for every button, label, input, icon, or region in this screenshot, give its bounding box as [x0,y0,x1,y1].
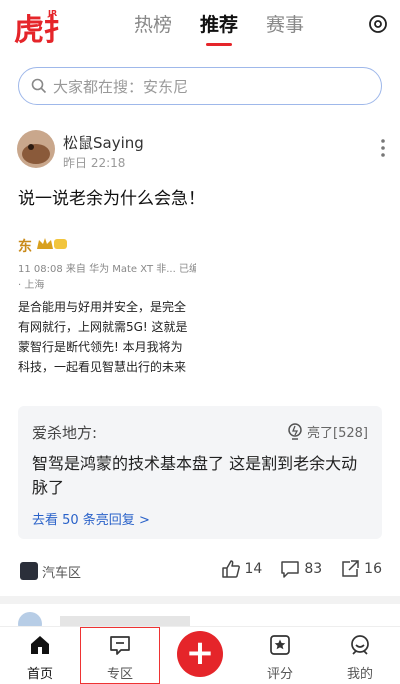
share-count: 16 [364,561,382,577]
post-time: 昨日 22:18 [63,156,126,170]
top-bar: 虎扑 JR 热榜 推荐 赛事 [0,0,400,56]
car-zone-icon [20,562,38,580]
nav-profile[interactable]: 我的 [320,627,400,684]
share-button[interactable]: 16 [340,559,382,579]
nav-zone-label: 专区 [106,667,133,682]
image-text-line: 是合能用与好用并安全，是完全 [18,300,187,314]
nav-rating-label: 评分 [266,667,293,682]
post-title[interactable]: 说一说老余为什么会急！ [18,184,205,209]
light-count[interactable]: 亮了[528] [287,422,368,441]
comment-count: 83 [304,561,323,577]
comment-button[interactable]: 83 [280,559,322,579]
tab-events[interactable]: 赛事 [252,10,318,46]
home-icon [31,636,49,654]
scan-icon[interactable] [368,14,388,34]
nav-home[interactable]: 首页 [0,627,80,684]
light-label: 亮了[528] [307,426,368,441]
nav-rating[interactable]: 评分 [240,627,320,684]
avatar[interactable] [17,130,55,168]
feed-divider [0,596,400,604]
reply-text: 智驾是鸿蒙的技术基本盘了 这是割到老余大动脉了 [32,454,358,497]
image-text-line: 东 [18,239,32,255]
zone-tag-label: 汽车区 [42,565,82,581]
image-text-line: 有网就行，上网就需5G! 这就是 [18,320,188,334]
post-username[interactable]: 松鼠Saying [63,132,144,153]
hot-reply[interactable]: 爱杀地方: 亮了[528] 智驾是鸿蒙的技术基本盘了 这是割到老余大动脉了 去看… [18,406,382,539]
like-button[interactable]: 14 [221,559,263,579]
vip-badge-icon [37,238,67,249]
share-icon [342,560,359,577]
like-count: 14 [244,561,263,577]
tab-hot[interactable]: 热榜 [120,10,186,46]
tab-recommend[interactable]: 推荐 [186,10,252,46]
post-actions: 14 83 16 [221,559,382,579]
nav-profile-label: 我的 [346,667,373,682]
comment-icon [281,561,300,578]
zone-tag[interactable]: 汽车区 [20,559,81,583]
search-bar[interactable]: 大家都在搜：安东尼 [18,67,382,105]
search-icon [31,78,47,94]
more-replies-link[interactable]: 去看 50 条亮回复 > [32,509,150,528]
more-options-icon[interactable] [380,138,386,158]
rating-icon [270,635,290,655]
image-text-line: · 上海 [18,280,45,291]
zone-icon [110,636,130,655]
reply-author[interactable]: 爱杀地方: [32,422,97,443]
image-text-line: 蒙智行是断代领先! 本月我将为 [18,340,183,354]
plus-icon: + [177,631,223,677]
feed-tabs: 热榜 推荐 赛事 [120,10,318,46]
lightbulb-icon [288,422,302,440]
hupu-logo[interactable]: 虎扑 JR [14,6,60,46]
nav-post[interactable]: + [160,627,240,684]
nav-zone[interactable]: 专区 [80,627,160,684]
image-text-line: 11 08:08 来自 华为 Mate XT 非... 已编 [18,264,196,275]
profile-icon [351,635,369,655]
svg-text:JR: JR [47,9,57,18]
post-image[interactable]: 东 11 08:08 来自 华为 Mate XT 非... 已编 · 上海 是合… [18,228,196,376]
bottom-nav: 首页 专区 + 评分 我的 [0,626,400,684]
nav-home-label: 首页 [26,667,53,682]
thumbs-up-icon [221,560,240,578]
next-post-peek [60,616,190,626]
search-placeholder: 大家都在搜：安东尼 [53,77,189,96]
image-text-line: 科技，一起看见智慧出行的未来 [18,360,187,374]
